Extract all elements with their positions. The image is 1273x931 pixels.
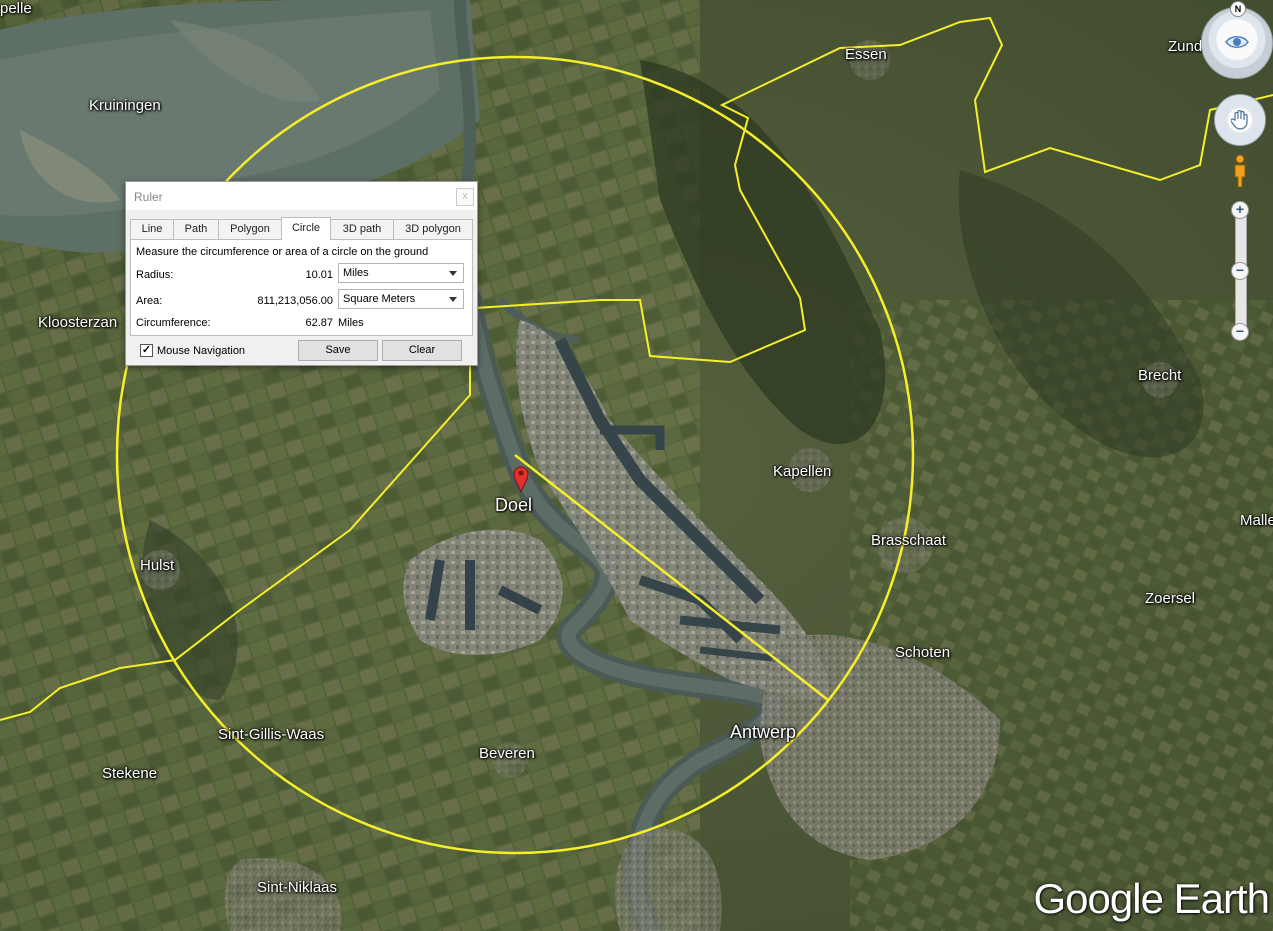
tab-circle[interactable]: Circle xyxy=(281,217,331,240)
tab-3d-path[interactable]: 3D path xyxy=(330,219,394,239)
place-label: Essen xyxy=(845,46,887,63)
place-label: Kruiningen xyxy=(89,97,161,114)
circumference-value: 62.87 xyxy=(305,317,333,329)
tab-3d-polygon[interactable]: 3D polygon xyxy=(393,219,473,239)
tab-polygon[interactable]: Polygon xyxy=(218,219,282,239)
area-value: 811,213,056.00 xyxy=(257,295,333,307)
area-unit-value: Square Meters xyxy=(343,293,416,305)
hand-icon xyxy=(1231,110,1248,130)
circumference-unit: Miles xyxy=(338,317,364,329)
move-joystick[interactable] xyxy=(1214,94,1266,146)
north-indicator[interactable]: N xyxy=(1230,1,1246,17)
ruler-tabs: Line Path Polygon Circle 3D path 3D poly… xyxy=(130,217,473,240)
mouse-navigation-checkbox[interactable]: ✓ xyxy=(140,344,153,357)
look-joystick[interactable]: N xyxy=(1201,1,1273,79)
tab-line[interactable]: Line xyxy=(130,219,174,239)
circle-panel: Measure the circumference or area of a c… xyxy=(130,239,473,336)
place-label: Brecht xyxy=(1138,367,1182,384)
radius-value: 10.01 xyxy=(305,269,333,281)
street-view-pegman-icon[interactable] xyxy=(1232,154,1248,190)
radius-label: Radius: xyxy=(136,269,174,281)
radius-unit-value: Miles xyxy=(343,267,369,279)
close-button[interactable]: x xyxy=(456,188,474,206)
save-button[interactable]: Save xyxy=(298,340,378,361)
place-label: pelle xyxy=(0,0,32,17)
place-label: Zoersel xyxy=(1145,590,1196,607)
zoom-out-button[interactable]: − xyxy=(1231,323,1249,341)
place-label: Hulst xyxy=(140,557,175,574)
tab-path[interactable]: Path xyxy=(173,219,219,239)
zoom-handle[interactable]: − xyxy=(1231,262,1249,280)
place-label: Malle xyxy=(1240,512,1273,529)
satellite-map[interactable] xyxy=(0,0,1273,931)
area-unit-select[interactable]: Square Meters xyxy=(338,289,464,309)
place-label: Stekene xyxy=(102,765,158,782)
place-label[interactable]: Doel xyxy=(495,495,532,516)
google-earth-watermark: Google Earth xyxy=(1033,875,1270,922)
place-label: Sint-Niklaas xyxy=(257,879,338,896)
place-label: Kapellen xyxy=(773,463,832,480)
chevron-down-icon xyxy=(449,297,457,302)
eye-icon xyxy=(1225,36,1249,48)
place-label: Beveren xyxy=(479,745,535,762)
ruler-titlebar[interactable]: Ruler x xyxy=(126,182,477,210)
chevron-down-icon xyxy=(449,271,457,276)
mouse-navigation-label[interactable]: Mouse Navigation xyxy=(157,345,245,357)
ruler-dialog: Ruler x Line Path Polygon Circle 3D path… xyxy=(125,181,478,366)
place-label: Sint-Gillis-Waas xyxy=(218,726,325,743)
clear-button[interactable]: Clear xyxy=(382,340,462,361)
place-label: Schoten xyxy=(895,644,951,661)
area-label: Area: xyxy=(136,295,163,307)
zoom-in-button[interactable]: + xyxy=(1231,201,1249,219)
place-label: Antwerp xyxy=(730,722,797,742)
ruler-title: Ruler xyxy=(134,190,163,204)
radius-unit-select[interactable]: Miles xyxy=(338,263,464,283)
place-label: Brasschaat xyxy=(871,532,947,549)
circle-description: Measure the circumference or area of a c… xyxy=(136,246,429,258)
circumference-label: Circumference: xyxy=(136,317,211,329)
place-label: Kloosterzan xyxy=(38,314,118,331)
